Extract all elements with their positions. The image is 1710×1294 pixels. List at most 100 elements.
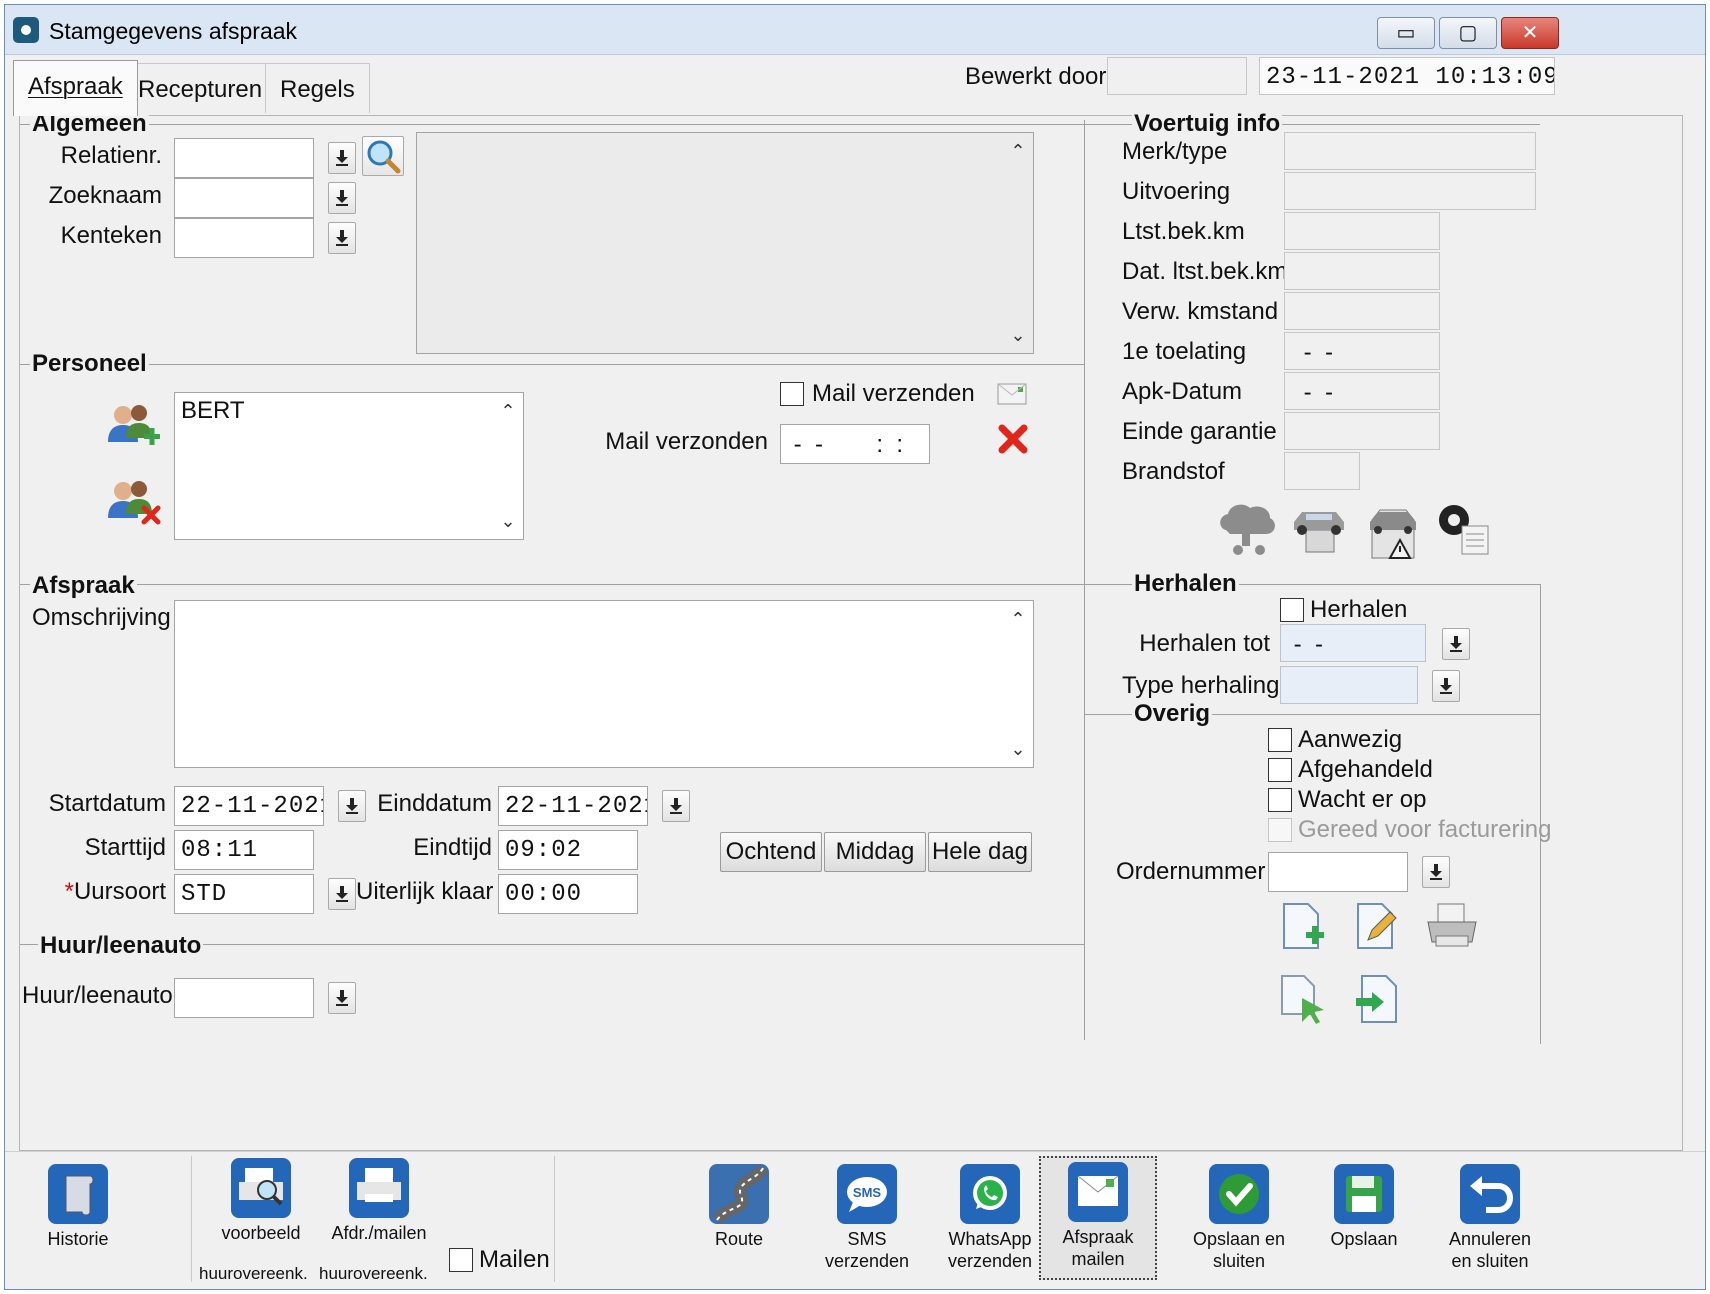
edit-document-icon (1357, 903, 1397, 949)
search-button[interactable] (362, 136, 404, 176)
annuleren-en-sluiten-button[interactable]: Annuleren en sluiten (1435, 1156, 1545, 1272)
mailen-checkbox[interactable] (449, 1248, 473, 1272)
uiterlijk-klaar-input[interactable]: 00:00 (498, 874, 638, 914)
vehicle-tree-icon (1220, 504, 1275, 555)
zoeknaam-input[interactable] (174, 178, 314, 218)
required-marker: * (64, 878, 74, 905)
scroll-down-icon[interactable]: ⌄ (498, 511, 518, 531)
scroll-up-icon[interactable]: ⌃ (1008, 141, 1028, 161)
maximize-button[interactable]: ▢ (1439, 17, 1497, 49)
remove-person-button[interactable] (106, 478, 162, 535)
einddatum-input[interactable]: 22-11-2021 (498, 786, 648, 826)
kenteken-dropdown-button[interactable] (328, 222, 356, 254)
tab-regels[interactable]: Regels (265, 63, 370, 113)
zoeknaam-dropdown-button[interactable] (328, 182, 356, 214)
ordernummer-dropdown-button[interactable] (1422, 856, 1450, 888)
eindtijd-input[interactable]: 09:02 (498, 830, 638, 870)
route-button[interactable]: Route (699, 1156, 779, 1250)
list-item[interactable]: BERT (181, 397, 245, 425)
whatsapp-verzenden-button[interactable]: WhatsApp verzenden (935, 1156, 1045, 1272)
starttijd-input[interactable]: 08:11 (174, 830, 314, 870)
list-scrollbar[interactable]: ⌃ ⌄ (493, 393, 523, 539)
scroll-up-icon[interactable]: ⌃ (1008, 609, 1028, 629)
clear-mail-button[interactable] (996, 422, 1030, 463)
mail-verzonden-field[interactable]: - - : : (780, 424, 930, 464)
herhalen-tot-picker-button[interactable] (1442, 628, 1470, 660)
wacht-er-op-checkbox[interactable] (1268, 788, 1292, 812)
type-herhaling-dropdown-button[interactable] (1432, 670, 1460, 702)
herhalen-checkbox[interactable] (1280, 598, 1304, 622)
afdr-mailen-huurovereenk-button[interactable]: Afdr./mailen (323, 1156, 435, 1244)
whatsapp-label-1: WhatsApp (948, 1229, 1032, 1249)
down-arrow-icon (336, 150, 348, 166)
einddatum-picker-button[interactable] (662, 790, 690, 822)
scroll-down-icon[interactable]: ⌄ (1008, 739, 1028, 759)
minimize-button[interactable]: ▭ (1377, 17, 1435, 49)
mail-icon (1068, 1162, 1128, 1222)
vehicle-tree-button[interactable] (1216, 500, 1280, 567)
kenteken-label: Kenteken (60, 222, 162, 249)
tab-afspraak[interactable]: Afspraak (13, 60, 138, 116)
down-arrow-icon (336, 990, 348, 1006)
memo-scrollbar[interactable]: ⌃ ⌄ (1003, 133, 1033, 353)
huur-dropdown-button[interactable] (328, 982, 356, 1014)
ochtend-button[interactable]: Ochtend (720, 832, 822, 872)
startdatum-input[interactable]: 22-11-2021 (174, 786, 324, 826)
relatienr-input[interactable] (174, 138, 314, 178)
aanwezig-checkbox[interactable] (1268, 728, 1292, 752)
print-order-button[interactable] (1424, 900, 1480, 961)
apk-datum-field: - - (1284, 372, 1440, 410)
textarea-scrollbar[interactable]: ⌃ ⌄ (1003, 601, 1033, 767)
personeel-list[interactable]: BERT ⌃ ⌄ (174, 392, 524, 540)
vehicle-history-button[interactable] (1288, 500, 1352, 567)
down-arrow-icon (346, 798, 358, 814)
add-person-button[interactable] (106, 402, 162, 459)
historie-button[interactable]: Historie (35, 1156, 121, 1250)
afgehandeld-checkbox[interactable] (1268, 758, 1292, 782)
relatienr-dropdown-button[interactable] (328, 142, 356, 174)
omschrijving-textarea[interactable]: ⌃ ⌄ (174, 600, 1034, 768)
new-order-button[interactable] (1278, 900, 1330, 961)
tab-recepturen[interactable]: Recepturen (123, 63, 278, 113)
type-herhaling-input[interactable] (1280, 666, 1418, 704)
down-arrow-icon (1450, 636, 1462, 652)
merk-label: Merk/type (1122, 138, 1228, 165)
hele-dag-button[interactable]: Hele dag (928, 832, 1032, 872)
herhalen-tot-input[interactable]: - - (1280, 624, 1426, 662)
mail-verzenden-checkbox[interactable] (780, 382, 804, 406)
uursoort-input[interactable]: STD (174, 874, 314, 914)
middag-button[interactable]: Middag (824, 832, 926, 872)
whatsapp-icon (960, 1164, 1020, 1224)
vehicle-warning-button[interactable] (1362, 500, 1426, 567)
uursoort-dropdown-button[interactable] (328, 878, 356, 910)
sms-verzenden-button[interactable]: SMS SMS verzenden (817, 1156, 917, 1272)
scroll-down-icon[interactable]: ⌄ (1008, 325, 1028, 345)
select-order-button[interactable] (1278, 972, 1330, 1035)
voertuig-title: Voertuig info (1132, 110, 1283, 138)
voorbeeld-huurovereenk-button[interactable]: voorbeeld (213, 1156, 309, 1244)
import-order-button[interactable] (1352, 972, 1404, 1035)
relation-info-memo[interactable]: ⌃ ⌄ (416, 132, 1034, 354)
bewerkt-door-label: Bewerkt door (965, 63, 1107, 90)
startdatum-picker-button[interactable] (338, 790, 366, 822)
afspraak-mailen-button[interactable]: Afspraak mailen (1039, 1156, 1157, 1280)
mail-send-button[interactable] (996, 378, 1030, 415)
afspraak-mailen-label-1: Afspraak (1062, 1227, 1134, 1247)
scroll-up-icon[interactable]: ⌃ (498, 401, 518, 421)
huur-input[interactable] (174, 978, 314, 1018)
opslaan-en-sluiten-button[interactable]: Opslaan en sluiten (1181, 1156, 1297, 1272)
whatsapp-label-2: verzenden (947, 1251, 1033, 1271)
document-import-icon (1356, 975, 1397, 1023)
close-button[interactable]: ✕ (1501, 17, 1559, 49)
sms-label-2: verzenden (824, 1251, 910, 1271)
kenteken-input[interactable] (174, 218, 314, 258)
tyre-info-button[interactable] (1432, 500, 1496, 567)
right-border (1540, 584, 1541, 1044)
minimize-icon: ▭ (1396, 22, 1416, 44)
opslaan-button[interactable]: Opslaan (1319, 1156, 1409, 1250)
undo-icon (1460, 1164, 1520, 1224)
sms-label-1: SMS (847, 1229, 887, 1249)
remove-person-icon (108, 481, 161, 525)
edit-order-button[interactable] (1352, 900, 1404, 961)
ordernummer-input[interactable] (1268, 852, 1408, 892)
